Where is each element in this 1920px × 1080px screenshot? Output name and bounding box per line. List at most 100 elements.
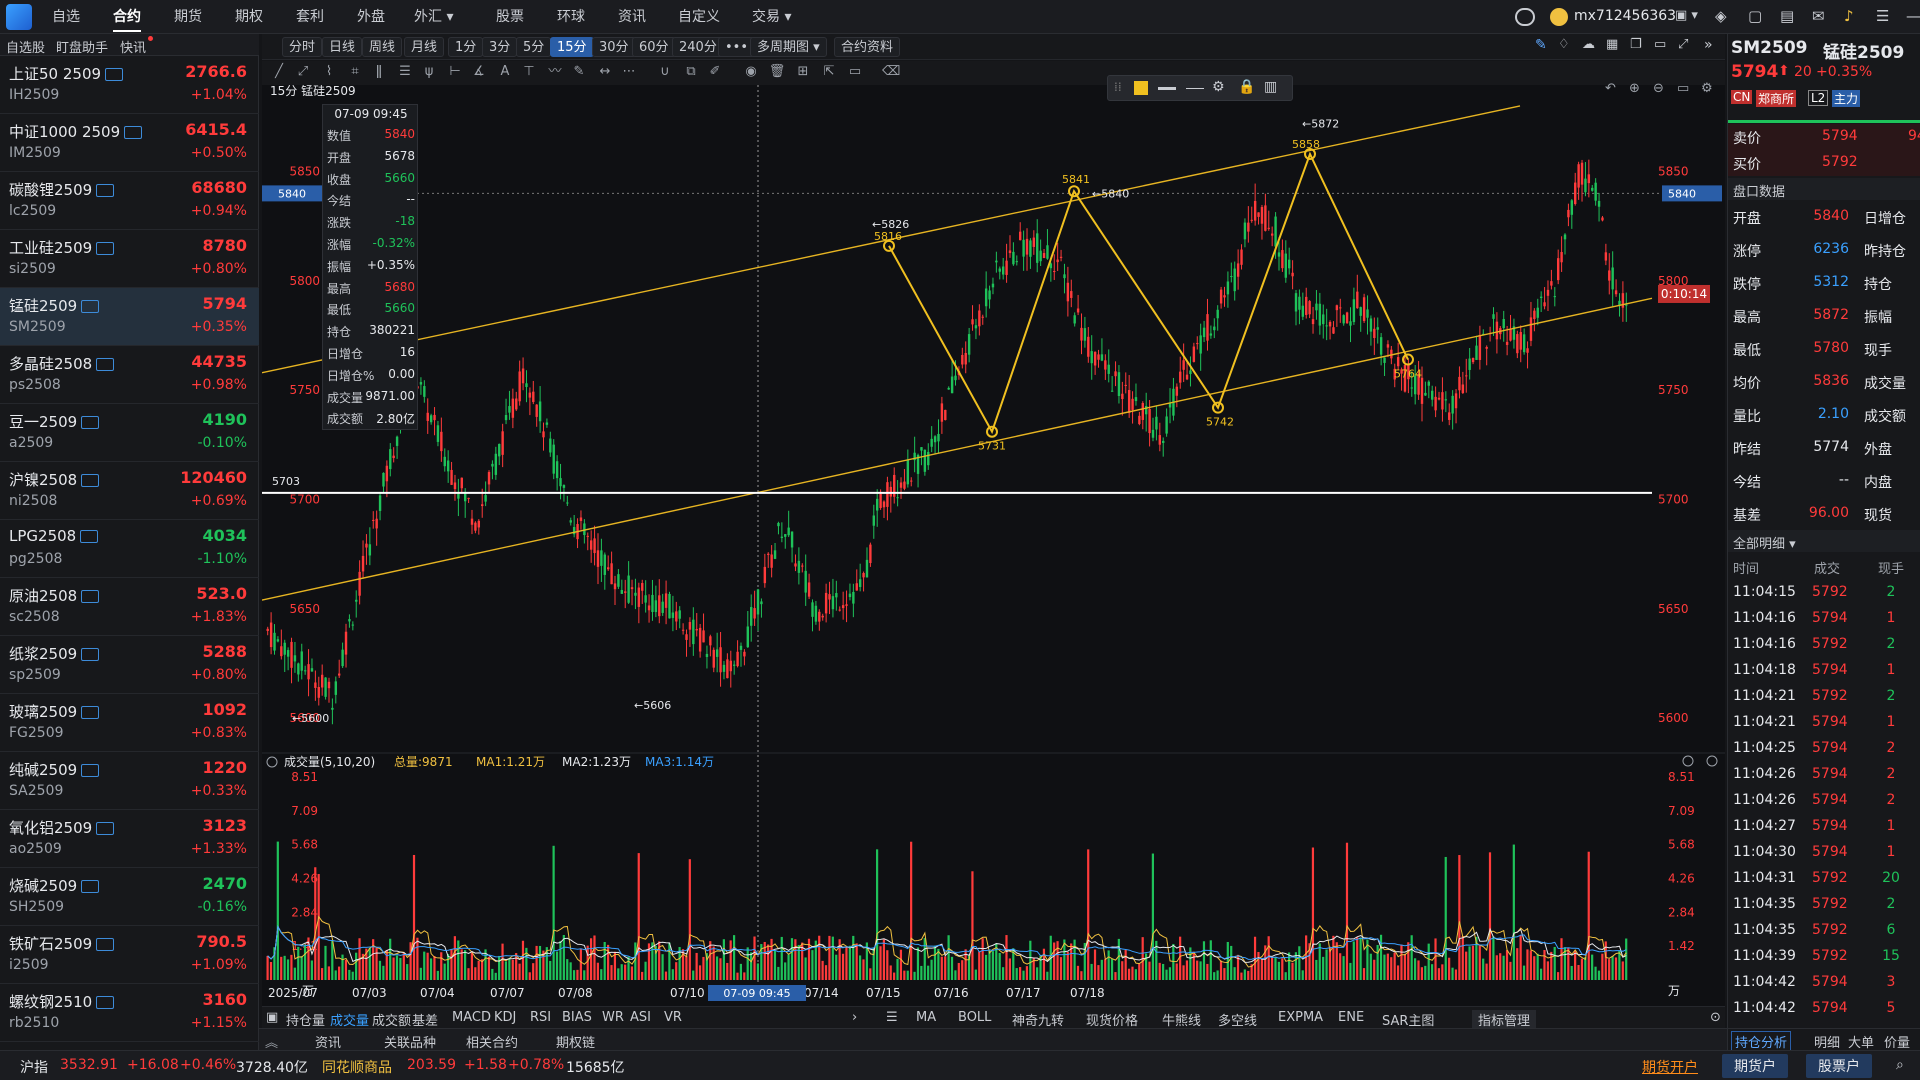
- watchlist-item[interactable]: 碳酸锂2509 lc2509 68680 +0.94%: [0, 172, 259, 230]
- main-indicator-tab[interactable]: 多空线: [1218, 1010, 1257, 1029]
- subtab-watchlist[interactable]: 自选股: [6, 37, 45, 56]
- nav-item-10[interactable]: 自定义: [678, 0, 720, 34]
- minimize-icon[interactable]: —: [1906, 7, 1920, 25]
- watchlist-item[interactable]: 氧化铝2509 ao2509 3123 +1.33%: [0, 810, 259, 868]
- watchlist-item[interactable]: 原油2508 sc2508 523.0 +1.83%: [0, 578, 259, 636]
- briefcase-icon[interactable]: ▤: [1780, 7, 1794, 25]
- line-style-icon[interactable]: [1186, 88, 1204, 89]
- wave-tool-icon[interactable]: 〰: [546, 63, 564, 81]
- ask-row[interactable]: 卖价 5794 94: [1728, 124, 1920, 150]
- screen-icon[interactable]: ▭: [1654, 37, 1666, 52]
- period-button-7[interactable]: 15分: [550, 37, 594, 57]
- tab-price-volume[interactable]: 价量: [1884, 1032, 1910, 1051]
- volume-zoom-icon[interactable]: [1682, 755, 1694, 767]
- main-indicator-tab[interactable]: MA: [916, 1010, 936, 1025]
- main-indicator-tab[interactable]: 牛熊线: [1162, 1010, 1201, 1029]
- main-indicator-tab[interactable]: ENE: [1338, 1010, 1364, 1025]
- mail-icon[interactable]: ✉: [1812, 7, 1825, 25]
- main-indicator-tab[interactable]: 神奇九转: [1012, 1010, 1064, 1029]
- main-indicator-icon[interactable]: ☰: [886, 1010, 898, 1025]
- main-indicator-tab[interactable]: SAR主图: [1382, 1010, 1434, 1029]
- kline-chart[interactable]: 15分 锰硅25095850 58505800 58005750 57505700 57…: [261, 83, 1725, 1013]
- nav-item-7[interactable]: 股票: [496, 0, 524, 34]
- indicator-tab[interactable]: VR: [664, 1010, 682, 1025]
- ai-assistant-icon[interactable]: [1515, 8, 1535, 26]
- tab-detail[interactable]: 明细: [1814, 1032, 1840, 1051]
- watchlist-item[interactable]: 上证50 2509 IH2509 2766.6 +1.04%: [0, 56, 259, 114]
- channel-tool-icon[interactable]: ǁ: [370, 63, 388, 81]
- gann-tool-icon[interactable]: ∡: [470, 63, 488, 81]
- period-button-10[interactable]: 240分: [672, 37, 724, 57]
- brush-tool-icon[interactable]: ✎: [570, 63, 588, 81]
- period-button-3[interactable]: 月线: [404, 37, 445, 57]
- crop-tool-icon[interactable]: ⌗: [346, 63, 364, 81]
- copy-icon[interactable]: ❐: [1630, 37, 1642, 52]
- indicator-tab[interactable]: BIAS: [562, 1010, 592, 1025]
- subtab-news[interactable]: 快讯: [120, 37, 146, 56]
- delete-icon[interactable]: ▥: [1264, 79, 1277, 95]
- watchlist-item[interactable]: 纸浆2509 sp2509 5288 +0.80%: [0, 636, 259, 694]
- calendar-icon[interactable]: ▦: [1606, 37, 1618, 52]
- watchlist-item[interactable]: 中证1000 2509 IM2509 6415.4 +0.50%: [0, 114, 259, 172]
- collapse-up-icon[interactable]: ︽: [265, 1032, 278, 1051]
- index1-name[interactable]: 沪指: [20, 1057, 48, 1077]
- bell-icon[interactable]: ♪: [1844, 7, 1854, 25]
- settings-icon[interactable]: ⚙: [1212, 79, 1225, 95]
- open-futures-account-link[interactable]: 期货开户: [1642, 1057, 1698, 1077]
- watchlist-item[interactable]: LPG2508 pg2508 4034 -1.10%: [0, 520, 259, 578]
- indicator-tab[interactable]: WR: [602, 1010, 624, 1025]
- volume-close-icon[interactable]: [1706, 755, 1718, 767]
- nav-item-3[interactable]: 期权: [235, 0, 263, 34]
- snapshot-icon[interactable]: ▭: [1677, 81, 1689, 96]
- period-button-9[interactable]: 60分: [632, 37, 676, 57]
- indicator-tab[interactable]: 成交额: [372, 1010, 411, 1029]
- nav-item-8[interactable]: 环球: [557, 0, 585, 34]
- nav-item-5[interactable]: 外盘: [357, 0, 385, 34]
- indicator-tab[interactable]: 成交量: [330, 1010, 369, 1029]
- main-indicator-tab[interactable]: EXPMA: [1278, 1010, 1323, 1025]
- period-button-8[interactable]: 30分: [592, 37, 636, 57]
- app-logo-icon[interactable]: [6, 4, 32, 30]
- stock-account-button[interactable]: 股票户: [1806, 1054, 1872, 1078]
- lower-channel-line[interactable]: [261, 297, 1653, 601]
- layers-icon[interactable]: ◈: [1715, 7, 1727, 25]
- drag-handle-icon[interactable]: ⁞⁞: [1114, 80, 1122, 94]
- info-tab-options[interactable]: 期权链: [556, 1032, 595, 1051]
- futures-account-button[interactable]: 期货户: [1722, 1054, 1788, 1078]
- zoom-in-icon[interactable]: ⊕: [1629, 81, 1640, 96]
- username[interactable]: mx712456363: [1574, 8, 1676, 24]
- nav-item-6[interactable]: 外汇 ▾: [414, 0, 453, 34]
- indicator-tab[interactable]: 基差: [412, 1010, 438, 1029]
- watchlist-item[interactable]: 工业硅2509 si2509 8780 +0.80%: [0, 230, 259, 288]
- line-tool-icon[interactable]: ╱: [270, 63, 288, 81]
- info-tab-contracts[interactable]: 相关合约: [466, 1032, 518, 1051]
- ray-tool-icon[interactable]: ⤢: [294, 63, 312, 81]
- trash-icon[interactable]: 🗑: [768, 63, 786, 81]
- clone-icon[interactable]: ⧉: [682, 63, 700, 81]
- period-button-6[interactable]: 5分: [516, 37, 552, 57]
- watchlist-item[interactable]: 玻璃2509 FG2509 1092 +0.83%: [0, 694, 259, 752]
- main-indicator-tab[interactable]: 指标管理: [1472, 1010, 1537, 1029]
- more-tools-icon[interactable]: ⋯: [620, 63, 638, 81]
- indicator-tab[interactable]: KDJ: [494, 1010, 516, 1025]
- lock-icon[interactable]: 🔒: [1238, 79, 1255, 95]
- bid-row[interactable]: 买价 5792: [1728, 150, 1920, 176]
- info-tab-news[interactable]: 资讯: [315, 1032, 341, 1051]
- alert-icon[interactable]: ♢: [1558, 37, 1570, 52]
- subtab-monitor[interactable]: 盯盘助手: [56, 37, 108, 56]
- measure-tool-icon[interactable]: ⊢: [446, 63, 464, 81]
- indicator-tab[interactable]: ASI: [630, 1010, 651, 1025]
- period-button-13[interactable]: 合约资料: [834, 37, 901, 57]
- watchlist-item[interactable]: 锰硅2509 SM2509 5794 +0.35%: [0, 288, 259, 346]
- indicator-tab[interactable]: RSI: [530, 1010, 551, 1025]
- fullscreen-icon[interactable]: ⤢: [1678, 37, 1688, 52]
- line-width-icon[interactable]: [1158, 87, 1176, 90]
- tab-position-analysis[interactable]: 持仓分析: [1731, 1031, 1792, 1052]
- eye-icon[interactable]: ◉: [742, 63, 760, 81]
- indicator-next-icon[interactable]: ›: [852, 1010, 857, 1025]
- align-tool-icon[interactable]: ⊤: [520, 63, 538, 81]
- period-button-0[interactable]: 分时: [282, 37, 323, 57]
- user-menu-chevron-icon[interactable]: ▣ ▾: [1675, 8, 1698, 23]
- period-button-5[interactable]: 3分: [482, 37, 518, 57]
- period-button-1[interactable]: 日线: [322, 37, 363, 57]
